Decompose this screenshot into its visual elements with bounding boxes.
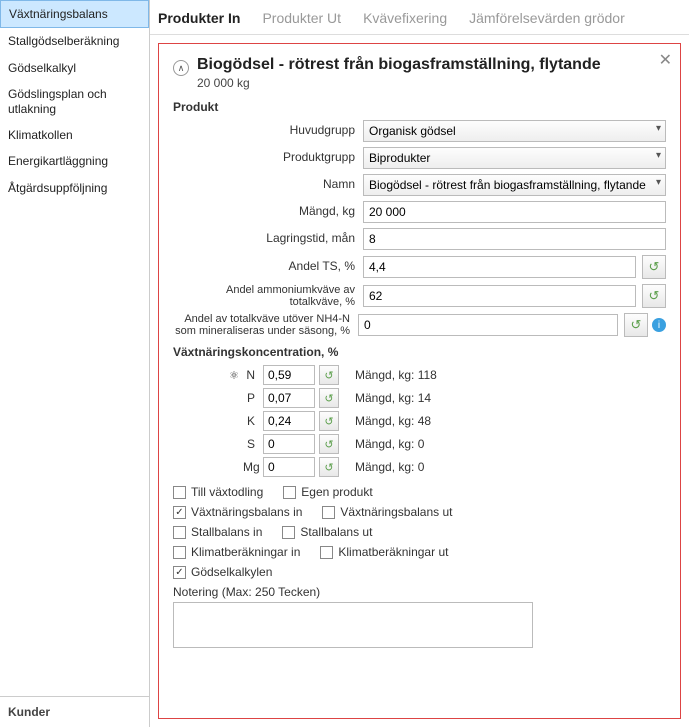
input-andel-totalkvave[interactable] <box>358 314 618 336</box>
reset-icon[interactable]: ↺ <box>319 388 339 408</box>
reset-icon[interactable]: ↺ <box>319 365 339 385</box>
label-andel-ammonium: Andel ammoniumkväve av totalkväve, % <box>173 284 363 308</box>
label-mangd: Mängd, kg <box>173 205 363 218</box>
section-product-label: Produkt <box>173 100 666 114</box>
label-andel-totalkvave: Andel av totalkväve utöver NH4-N som min… <box>173 313 358 337</box>
nutrient-sym-p: P <box>243 391 259 405</box>
label-lagringstid: Lagringstid, mån <box>173 232 363 245</box>
panel-subtitle: 20 000 kg <box>197 76 601 90</box>
sidebar-item-energikartlaggning[interactable]: Energikartläggning <box>0 148 149 174</box>
label-andel-ts: Andel TS, % <box>173 260 363 273</box>
tab-jamforelsevarden[interactable]: Jämförelsevärden grödor <box>467 6 627 34</box>
nutrient-sym-n: N <box>243 368 259 382</box>
label-vaxtkonc: Växtnäringskoncentration, % <box>173 345 666 359</box>
sidebar-item-atgardsuppfoljning[interactable]: Åtgärdsuppföljning <box>0 175 149 201</box>
info-icon[interactable]: i <box>652 318 666 332</box>
main-area: Produkter In Produkter Ut Kvävefixering … <box>150 0 689 727</box>
panel-title: Biogödsel - rötrest från biogasframställ… <box>197 56 601 74</box>
nutrient-input-s[interactable] <box>263 434 315 454</box>
check-klimat-ut[interactable]: Klimatberäkningar ut <box>320 545 448 559</box>
sidebar-item-klimatkollen[interactable]: Klimatkollen <box>0 122 149 148</box>
reset-icon[interactable]: ↺ <box>624 313 648 337</box>
check-godselkalkylen[interactable]: Gödselkalkylen <box>173 565 272 579</box>
input-andel-ammonium[interactable] <box>363 285 636 307</box>
sidebar-footer-kunder[interactable]: Kunder <box>0 696 149 727</box>
select-namn[interactable]: Biogödsel - rötrest från biogasframställ… <box>363 174 666 196</box>
reset-icon[interactable]: ↺ <box>319 411 339 431</box>
reset-icon[interactable]: ↺ <box>319 457 339 477</box>
nutrient-input-k[interactable] <box>263 411 315 431</box>
check-vnb-in[interactable]: Växtnäringsbalans in <box>173 505 302 519</box>
check-stallbalans-in[interactable]: Stallbalans in <box>173 525 262 539</box>
tab-produkter-in[interactable]: Produkter In <box>156 6 242 34</box>
tabs: Produkter In Produkter Ut Kvävefixering … <box>150 0 689 35</box>
check-vnb-ut[interactable]: Växtnäringsbalans ut <box>322 505 452 519</box>
nutrient-input-n[interactable] <box>263 365 315 385</box>
input-lagringstid[interactable] <box>363 228 666 250</box>
textarea-notering[interactable] <box>173 602 533 648</box>
reset-icon[interactable]: ↺ <box>319 434 339 454</box>
sidebar: Växtnäringsbalans Stallgödselberäkning G… <box>0 0 150 727</box>
check-stallbalans-ut[interactable]: Stallbalans ut <box>282 525 372 539</box>
sidebar-item-stallgodsel[interactable]: Stallgödselberäkning <box>0 28 149 54</box>
nutrient-input-mg[interactable] <box>263 457 315 477</box>
tab-kvavefixering[interactable]: Kvävefixering <box>361 6 449 34</box>
sidebar-item-godselkalkyl[interactable]: Gödselkalkyl <box>0 55 149 81</box>
check-till-vaxtodling[interactable]: Till växtodling <box>173 485 263 499</box>
sidebar-item-godslingsplan[interactable]: Gödslingsplan och utlakning <box>0 81 149 122</box>
select-huvudgrupp[interactable]: Organisk gödsel <box>363 120 666 142</box>
label-produktgrupp: Produktgrupp <box>173 151 363 164</box>
molecule-icon: ⚛ <box>221 369 239 382</box>
check-klimat-in[interactable]: Klimatberäkningar in <box>173 545 300 559</box>
product-panel: ✕ ∧ Biogödsel - rötrest från biogasframs… <box>158 43 681 719</box>
label-huvudgrupp: Huvudgrupp <box>173 124 363 137</box>
nutrient-sym-s: S <box>243 437 259 451</box>
close-icon[interactable]: ✕ <box>659 50 672 70</box>
reset-icon[interactable]: ↺ <box>642 255 666 279</box>
label-notering: Notering (Max: 250 Tecken) <box>173 585 666 599</box>
input-andel-ts[interactable] <box>363 256 636 278</box>
select-produktgrupp[interactable]: Biprodukter <box>363 147 666 169</box>
label-namn: Namn <box>173 178 363 191</box>
collapse-icon[interactable]: ∧ <box>173 60 189 76</box>
reset-icon[interactable]: ↺ <box>642 284 666 308</box>
nutrient-sym-mg: Mg <box>243 460 259 474</box>
sidebar-item-vaxtnaringsbalans[interactable]: Växtnäringsbalans <box>0 0 149 28</box>
nutrient-grid: ⚛ N ↺ Mängd, kg: 118 P ↺ Mängd, kg: 14 K <box>221 365 666 477</box>
nutrient-sym-k: K <box>243 414 259 428</box>
input-mangd[interactable] <box>363 201 666 223</box>
tab-produkter-ut[interactable]: Produkter Ut <box>260 6 343 34</box>
nutrient-input-p[interactable] <box>263 388 315 408</box>
check-egen-produkt[interactable]: Egen produkt <box>283 485 372 499</box>
